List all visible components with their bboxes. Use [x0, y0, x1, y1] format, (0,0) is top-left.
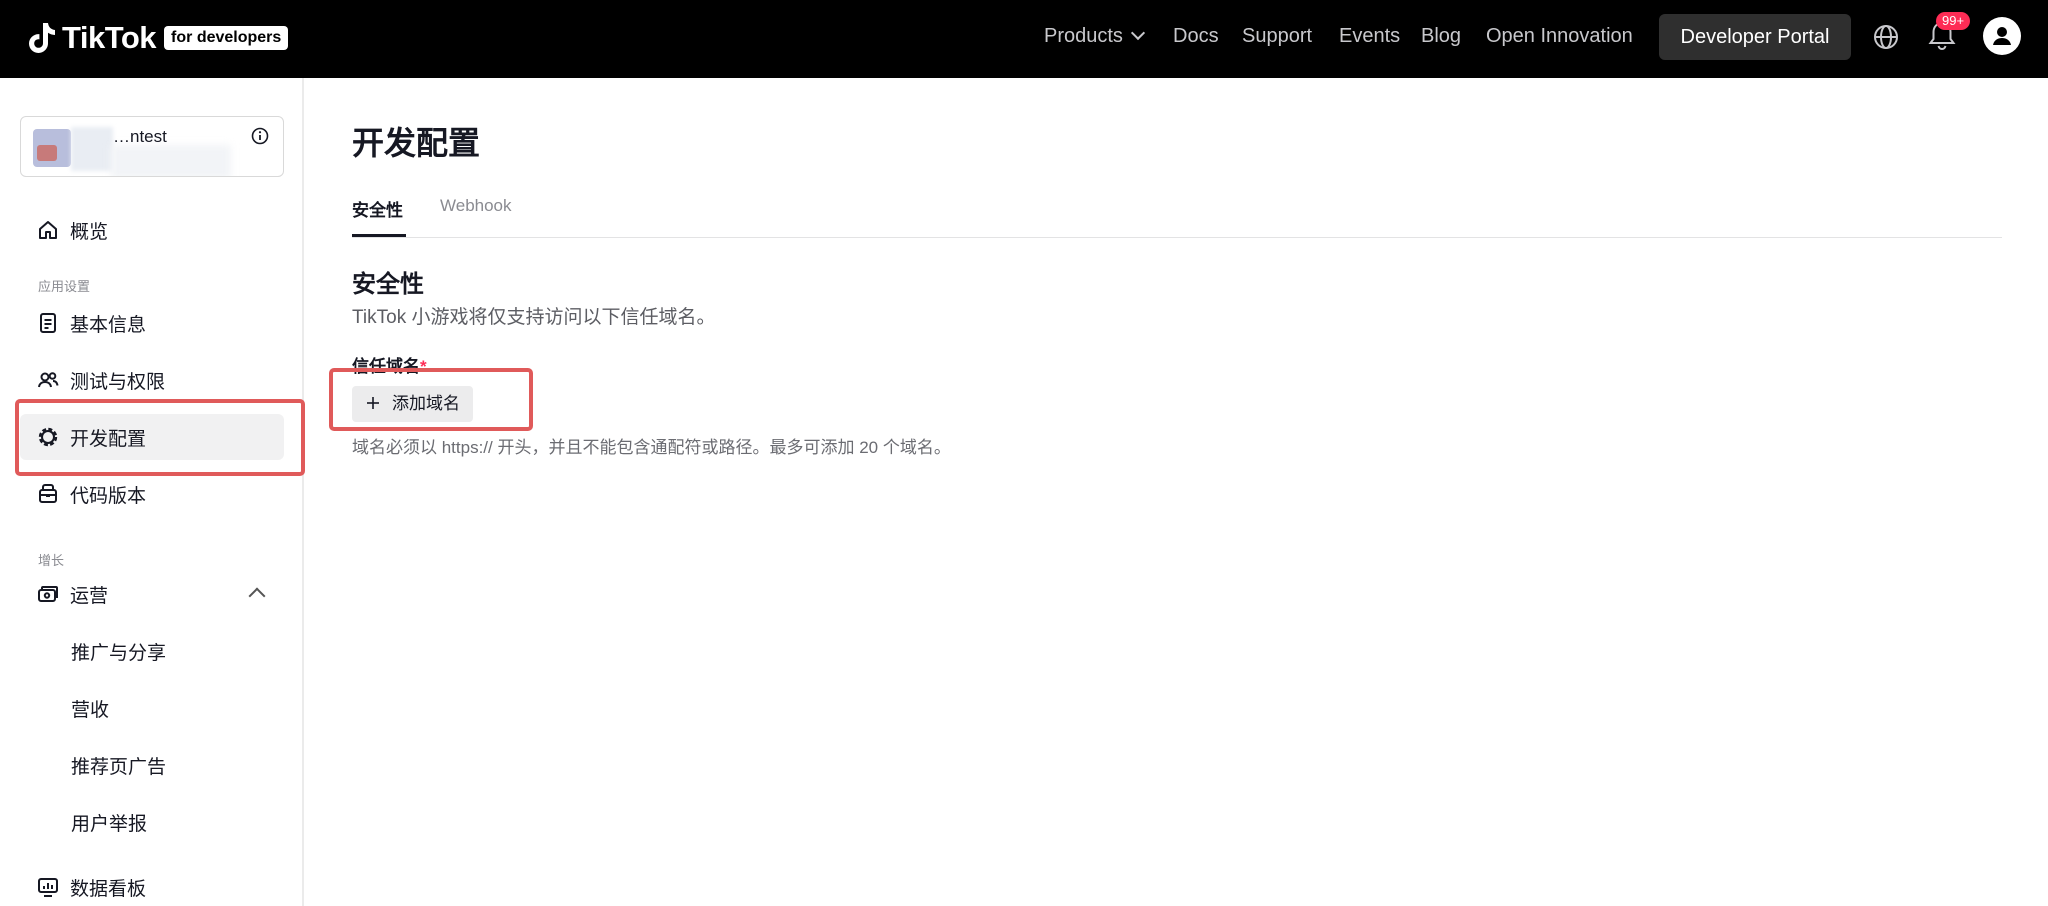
- document-icon: [36, 311, 60, 335]
- sidebar-subitem-promotion-share[interactable]: 推广与分享: [71, 638, 166, 665]
- nav-docs[interactable]: Docs: [1173, 24, 1219, 48]
- sidebar-item-overview[interactable]: 概览: [36, 214, 108, 246]
- domain-help-text: 域名必须以 https:// 开头，并且不能包含通配符或路径。最多可添加 20 …: [352, 438, 951, 457]
- nav-products-label: Products: [1044, 25, 1123, 47]
- app-name: …ntest: [113, 127, 167, 146]
- sidebar-item-label: 运营: [70, 585, 109, 607]
- logo-text: TikTok: [62, 20, 157, 55]
- redacted-area: [71, 127, 113, 171]
- top-navigation-bar: TikTok for developers Products Docs Supp…: [0, 0, 2048, 78]
- globe-icon[interactable]: [1873, 24, 1899, 50]
- sidebar-item-label: 数据看板: [70, 878, 147, 900]
- nav-blog[interactable]: Blog: [1421, 24, 1461, 48]
- sidebar-item-operations[interactable]: 运营: [36, 578, 108, 610]
- sidebar-item-code-version[interactable]: 代码版本: [36, 478, 146, 510]
- chevron-down-icon: [1130, 25, 1146, 41]
- sidebar-item-label: 基本信息: [70, 314, 147, 336]
- sidebar-group-growth: 增长: [38, 553, 65, 568]
- redacted-area: [111, 145, 231, 176]
- page-title: 开发配置: [352, 125, 481, 161]
- nav-products[interactable]: Products: [1044, 24, 1146, 48]
- developer-portal-button[interactable]: Developer Portal: [1659, 14, 1851, 60]
- tiktok-logo-icon: [29, 23, 55, 53]
- info-icon[interactable]: [251, 127, 269, 145]
- sidebar-item-dashboard[interactable]: 数据看板: [36, 871, 146, 903]
- sidebar-item-label: 测试与权限: [70, 371, 166, 393]
- sidebar-group-app-settings: 应用设置: [38, 279, 91, 294]
- tab-webhook[interactable]: Webhook: [440, 196, 512, 216]
- user-avatar-icon[interactable]: [1983, 17, 2021, 55]
- sidebar-item-label: 代码版本: [70, 485, 147, 507]
- monitor-chart-icon: [36, 875, 60, 899]
- nav-events[interactable]: Events: [1339, 24, 1400, 48]
- highlight-box-add-domain: [329, 368, 533, 431]
- cash-icon: [36, 582, 60, 606]
- notification-count-badge: 99+: [1936, 12, 1971, 30]
- sidebar-item-label: 概览: [70, 221, 109, 243]
- tab-security[interactable]: 安全性: [352, 196, 403, 221]
- user-silhouette-icon: [1993, 27, 2011, 45]
- nav-support[interactable]: Support: [1242, 24, 1312, 48]
- home-icon: [36, 218, 60, 242]
- tab-divider: [352, 237, 2002, 238]
- tiktok-developers-logo[interactable]: TikTok for developers: [28, 18, 289, 58]
- highlight-box-sidebar: [15, 399, 305, 476]
- sidebar-subitem-feed-ads[interactable]: 推荐页广告: [71, 752, 166, 779]
- sidebar-item-testing-permissions[interactable]: 测试与权限: [36, 364, 165, 396]
- sidebar-subitem-revenue[interactable]: 营收: [71, 695, 109, 722]
- package-icon: [36, 482, 60, 506]
- section-title: 安全性: [352, 271, 424, 298]
- sidebar-subitem-user-reports[interactable]: 用户举报: [71, 809, 147, 836]
- nav-open-innovation[interactable]: Open Innovation: [1486, 24, 1633, 48]
- section-description: TikTok 小游戏将仅支持访问以下信任域名。: [352, 307, 716, 328]
- app-selector-card[interactable]: …ntest: [20, 116, 284, 177]
- users-icon: [36, 368, 60, 392]
- logo-badge: for developers: [164, 26, 289, 50]
- sidebar-item-basic-info[interactable]: 基本信息: [36, 307, 146, 339]
- app-thumbnail-detail: [37, 145, 57, 161]
